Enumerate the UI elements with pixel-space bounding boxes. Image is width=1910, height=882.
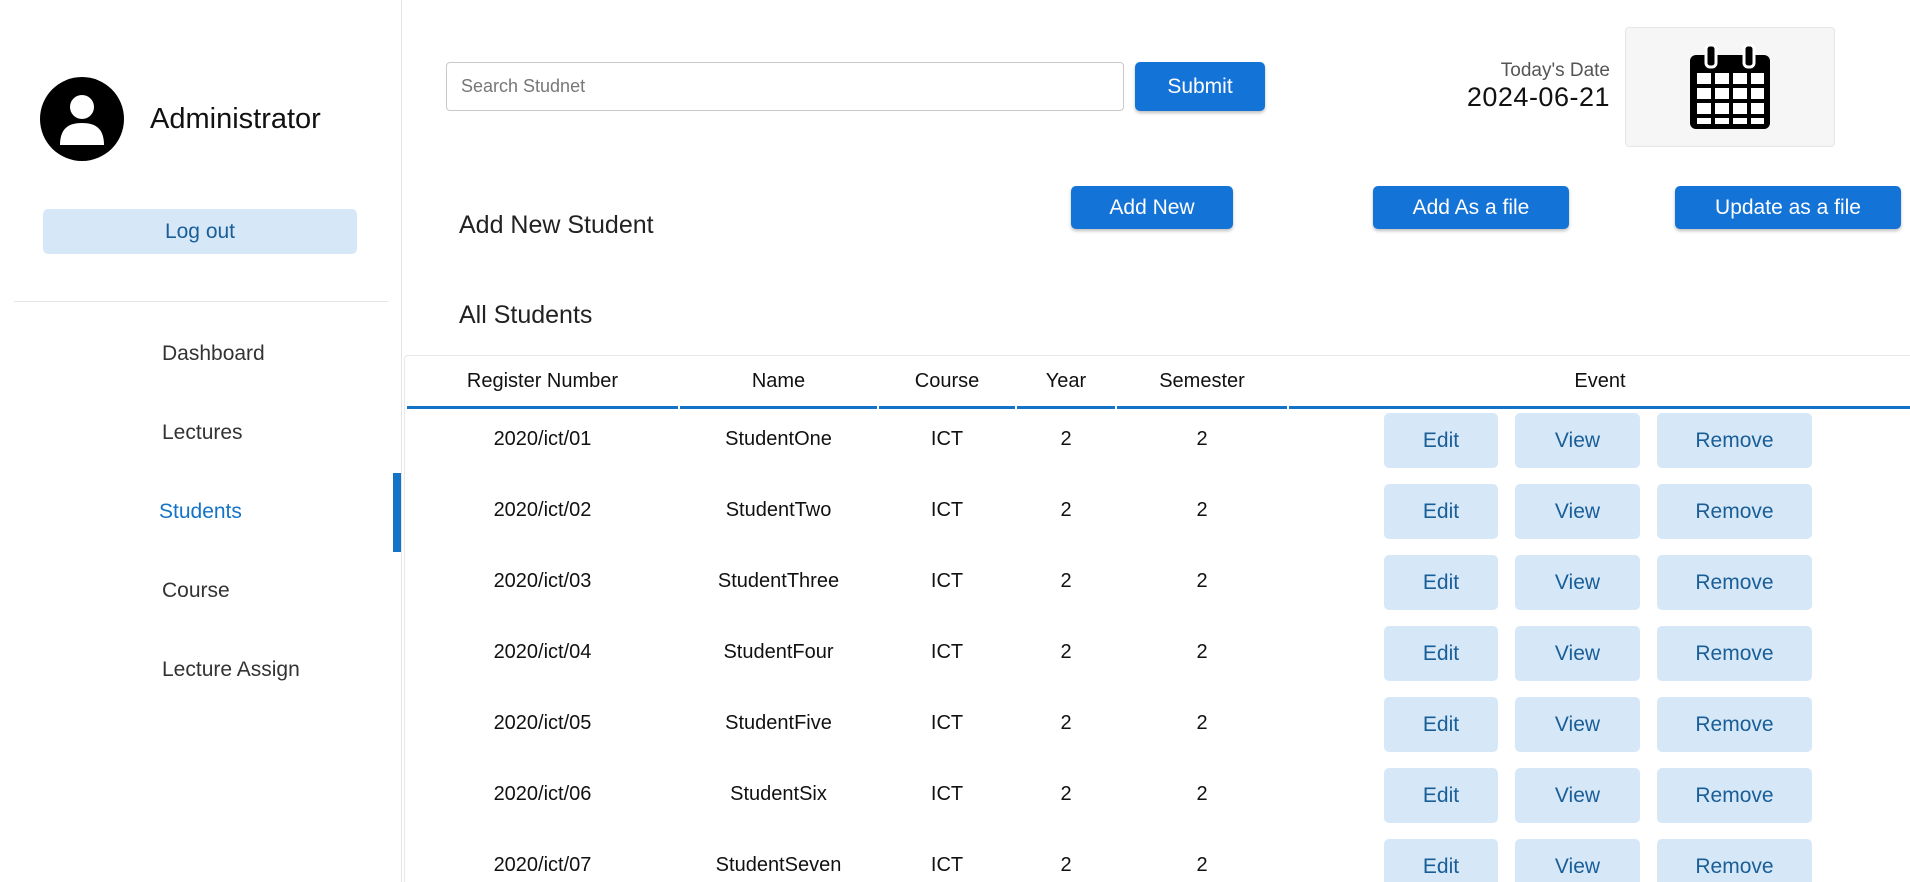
- cell-course: ICT: [930, 641, 964, 663]
- edit-button[interactable]: Edit: [1384, 697, 1498, 752]
- update-as-file-button[interactable]: Update as a file: [1675, 186, 1901, 229]
- cell-name: StudentThree: [717, 570, 840, 592]
- sidebar-item-dashboard[interactable]: Dashboard: [162, 342, 265, 366]
- sidebar: Administrator Log out Dashboard Lectures…: [0, 0, 402, 882]
- cell-register-number: 2020/ict/04: [493, 641, 592, 663]
- view-button[interactable]: View: [1515, 484, 1640, 539]
- cell-semester: 2: [1196, 641, 1208, 663]
- cell-year: 2: [1060, 641, 1072, 663]
- remove-button[interactable]: Remove: [1657, 768, 1812, 823]
- sidebar-item-course[interactable]: Course: [162, 579, 230, 603]
- cell-year: 2: [1060, 499, 1072, 521]
- cell-name: StudentTwo: [725, 499, 832, 521]
- app-root: Administrator Log out Dashboard Lectures…: [0, 0, 1910, 882]
- sidebar-item-lectures[interactable]: Lectures: [162, 421, 243, 445]
- sidebar-item-students[interactable]: Students: [159, 500, 242, 524]
- remove-button[interactable]: Remove: [1657, 626, 1812, 681]
- view-button[interactable]: View: [1515, 626, 1640, 681]
- logout-button[interactable]: Log out: [43, 209, 357, 254]
- search-input[interactable]: [446, 62, 1124, 111]
- user-avatar-icon: [40, 77, 124, 161]
- view-button[interactable]: View: [1515, 413, 1640, 468]
- cell-register-number: 2020/ict/01: [493, 428, 592, 450]
- cell-name: StudentSix: [730, 783, 827, 805]
- column-header-name: Name: [680, 356, 877, 409]
- cell-year: 2: [1060, 854, 1072, 876]
- view-button[interactable]: View: [1515, 839, 1640, 882]
- edit-button[interactable]: Edit: [1384, 626, 1498, 681]
- all-students-title: All Students: [459, 301, 593, 329]
- column-header-year: Year: [1017, 356, 1115, 409]
- cell-semester: 2: [1196, 712, 1208, 734]
- edit-button[interactable]: Edit: [1384, 484, 1498, 539]
- edit-button[interactable]: Edit: [1384, 555, 1498, 610]
- cell-year: 2: [1060, 712, 1072, 734]
- cell-semester: 2: [1196, 854, 1208, 876]
- cell-register-number: 2020/ict/05: [493, 712, 592, 734]
- add-as-file-button[interactable]: Add As a file: [1373, 186, 1569, 229]
- cell-register-number: 2020/ict/07: [493, 854, 592, 876]
- user-name: Administrator: [150, 102, 321, 135]
- remove-button[interactable]: Remove: [1657, 555, 1812, 610]
- active-nav-indicator: [393, 473, 401, 552]
- column-header-course: Course: [879, 356, 1015, 409]
- cell-register-number: 2020/ict/03: [493, 570, 592, 592]
- add-new-button[interactable]: Add New: [1071, 186, 1233, 229]
- cell-semester: 2: [1196, 783, 1208, 805]
- remove-button[interactable]: Remove: [1657, 697, 1812, 752]
- column-header-event: Event: [1289, 356, 1910, 409]
- cell-course: ICT: [930, 854, 964, 876]
- sidebar-item-lecture-assign[interactable]: Lecture Assign: [162, 658, 300, 682]
- cell-name: StudentSeven: [715, 854, 842, 876]
- cell-semester: 2: [1196, 428, 1208, 450]
- cell-course: ICT: [930, 570, 964, 592]
- cell-course: ICT: [930, 428, 964, 450]
- students-table: Register Number Name Course Year Semeste…: [404, 355, 1910, 882]
- cell-semester: 2: [1196, 499, 1208, 521]
- cell-register-number: 2020/ict/02: [493, 499, 592, 521]
- remove-button[interactable]: Remove: [1657, 484, 1812, 539]
- cell-year: 2: [1060, 783, 1072, 805]
- cell-course: ICT: [930, 499, 964, 521]
- date-value: 2024-06-21: [1466, 82, 1610, 112]
- add-student-title: Add New Student: [459, 211, 654, 239]
- column-header-semester: Semester: [1117, 356, 1287, 409]
- view-button[interactable]: View: [1515, 555, 1640, 610]
- cell-register-number: 2020/ict/06: [493, 783, 592, 805]
- edit-button[interactable]: Edit: [1384, 768, 1498, 823]
- cell-semester: 2: [1196, 570, 1208, 592]
- cell-name: StudentOne: [725, 428, 832, 450]
- view-button[interactable]: View: [1515, 697, 1640, 752]
- cell-name: StudentFour: [723, 641, 834, 663]
- cell-year: 2: [1060, 428, 1072, 450]
- cell-year: 2: [1060, 570, 1072, 592]
- calendar-button[interactable]: [1625, 27, 1835, 147]
- calendar-icon: [1690, 43, 1770, 129]
- cell-name: StudentFive: [725, 712, 832, 734]
- edit-button[interactable]: Edit: [1384, 839, 1498, 882]
- date-label: Today's Date: [1500, 60, 1610, 81]
- sidebar-divider: [14, 301, 388, 302]
- view-button[interactable]: View: [1515, 768, 1640, 823]
- remove-button[interactable]: Remove: [1657, 839, 1812, 882]
- remove-button[interactable]: Remove: [1657, 413, 1812, 468]
- column-header-register-number: Register Number: [407, 356, 678, 409]
- edit-button[interactable]: Edit: [1384, 413, 1498, 468]
- submit-button[interactable]: Submit: [1135, 62, 1265, 111]
- cell-course: ICT: [930, 783, 964, 805]
- profile: Administrator: [40, 77, 321, 161]
- cell-course: ICT: [930, 712, 964, 734]
